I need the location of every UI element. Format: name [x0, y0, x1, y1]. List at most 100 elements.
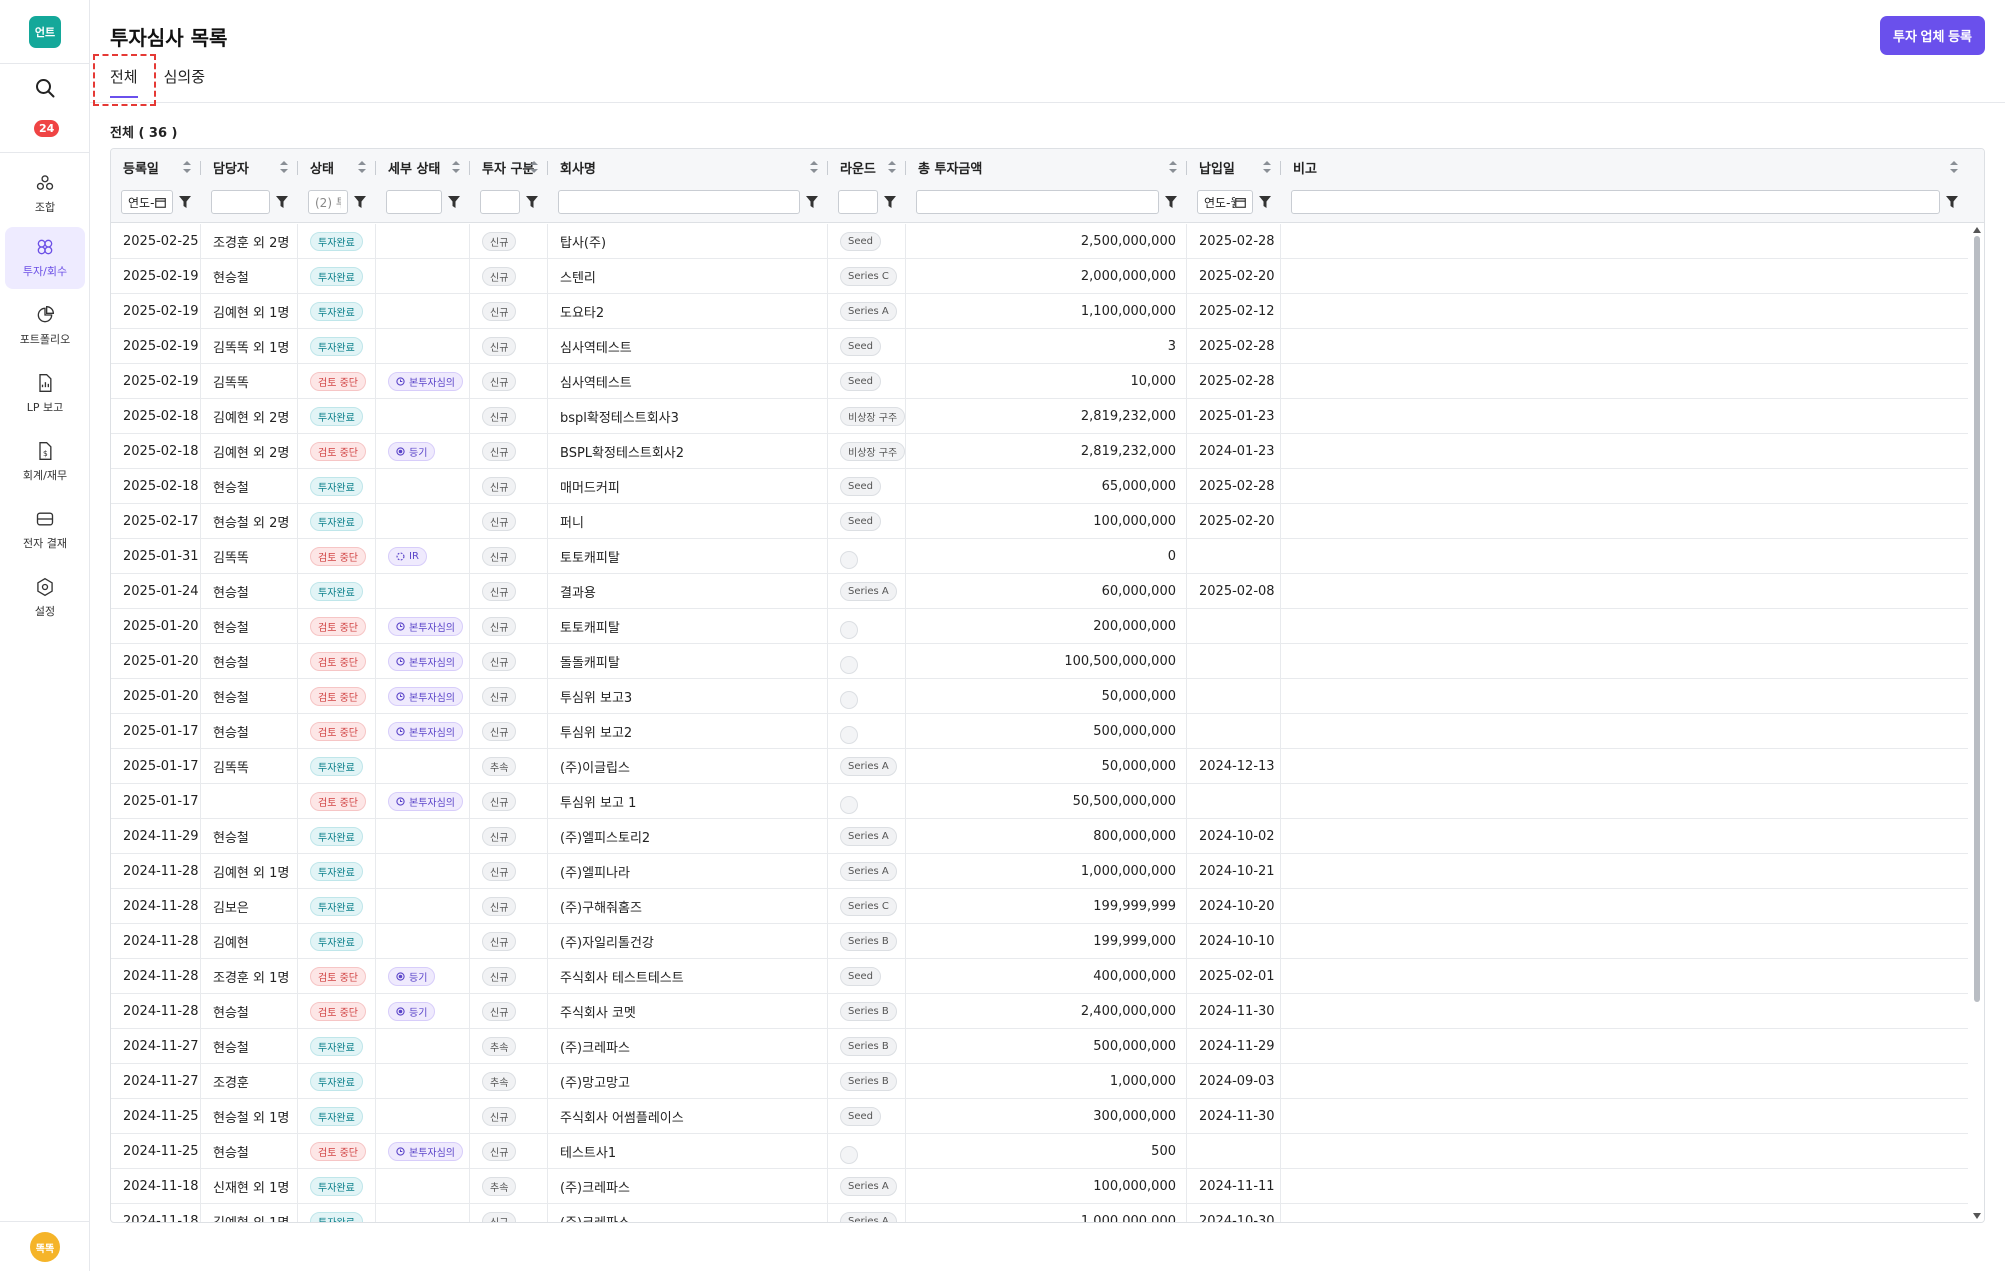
cell-company-name[interactable]: (주)자일리톨건강 — [548, 924, 828, 959]
sidebar-item-settings[interactable]: 설정 — [5, 567, 85, 629]
cell-company-name[interactable]: (주)이글립스 — [548, 749, 828, 784]
notification-badge[interactable]: 24 — [34, 120, 60, 137]
cell-company-name[interactable]: 퍼니 — [548, 504, 828, 539]
column-header-total-amount[interactable]: 총 투자금액 — [906, 149, 1187, 185]
table-row[interactable]: 2024-11-25 현승철 외 1명 투자완료 신규 주식회사 어썸플레이스 Seed 3… — [111, 1099, 1968, 1134]
filter-input-manager[interactable] — [211, 190, 270, 214]
avatar[interactable]: 똑똑 — [30, 1232, 60, 1262]
grid-body[interactable]: 2025-02-25 조경훈 외 2명 투자완료 신규 탑사(주) Seed 2,500,0… — [111, 224, 1968, 1222]
filter-icon[interactable] — [1259, 196, 1271, 208]
cell-company-name[interactable]: (주)크레파스 — [548, 1029, 828, 1064]
table-row[interactable]: 2024-11-28 김예현 외 1명 투자완료 신규 (주)엘피나라 Series A 1… — [111, 854, 1968, 889]
sidebar-item-investment[interactable]: 투자/회수 — [5, 227, 85, 289]
cell-company-name[interactable]: 토토캐피탈 — [548, 539, 828, 574]
filter-input-reg-date[interactable]: 연도-월 — [121, 190, 173, 214]
cell-company-name[interactable]: 심사역테스트 — [548, 364, 828, 399]
cell-company-name[interactable]: 도요타2 — [548, 294, 828, 329]
cell-company-name[interactable]: 심사역테스트 — [548, 329, 828, 364]
cell-company-name[interactable]: 주식회사 코멧 — [548, 994, 828, 1029]
tab-under-review[interactable]: 심의중 — [164, 66, 205, 97]
sort-icon[interactable] — [280, 161, 288, 173]
app-logo[interactable]: 언트 — [29, 16, 61, 48]
calendar-icon[interactable] — [155, 197, 166, 208]
table-row[interactable]: 2025-01-20 현승철 검토 중단 본투자심의 신규 돌돌캐피탈 100,500,00… — [111, 644, 1968, 679]
cell-company-name[interactable]: 매머드커피 — [548, 469, 828, 504]
sidebar-item-lp-report[interactable]: LP 보고 — [5, 363, 85, 425]
filter-icon[interactable] — [448, 196, 460, 208]
filter-icon[interactable] — [1165, 196, 1177, 208]
cell-company-name[interactable]: 테스트사1 — [548, 1134, 828, 1169]
table-row[interactable]: 2025-01-20 현승철 검토 중단 본투자심의 신규 토토캐피탈 200,000,00… — [111, 609, 1968, 644]
table-row[interactable]: 2025-01-17 김똑똑 투자완료 추속 (주)이글립스 Series A 50,000… — [111, 749, 1968, 784]
filter-icon[interactable] — [354, 196, 366, 208]
filter-input-round[interactable] — [838, 190, 878, 214]
table-row[interactable]: 2025-02-19 김똑똑 검토 중단 본투자심의 신규 심사역테스트 Seed 10,00… — [111, 364, 1968, 399]
cell-company-name[interactable]: 돌돌캐피탈 — [548, 644, 828, 679]
column-header-payment-date[interactable]: 납입일 — [1187, 149, 1281, 185]
sort-icon[interactable] — [1169, 161, 1177, 173]
sort-icon[interactable] — [358, 161, 366, 173]
sidebar-item-approval[interactable]: 전자 결재 — [5, 499, 85, 561]
cell-company-name[interactable]: 토토캐피탈 — [548, 609, 828, 644]
filter-icon[interactable] — [179, 196, 191, 208]
register-company-button[interactable]: 투자 업체 등록 — [1880, 16, 1985, 55]
table-row[interactable]: 2025-02-19 현승철 투자완료 신규 스텐리 Series C 2,000,000,… — [111, 259, 1968, 294]
table-row[interactable]: 2025-02-18 김예현 외 2명 검토 중단 등기 신규 BSPL확정테스트회사2 비… — [111, 434, 1968, 469]
sidebar-item-fund[interactable]: 조합 — [5, 163, 85, 225]
table-row[interactable]: 2024-11-28 김보은 투자완료 신규 (주)구해줘홈즈 Series C 199,9… — [111, 889, 1968, 924]
column-header-reg-date[interactable]: 등록일 — [111, 149, 201, 185]
cell-company-name[interactable]: 투심위 보고2 — [548, 714, 828, 749]
filter-icon[interactable] — [1946, 196, 1958, 208]
column-header-company-name[interactable]: 회사명 — [548, 149, 828, 185]
sort-icon[interactable] — [1950, 161, 1958, 173]
column-header-round[interactable]: 라운드 — [828, 149, 906, 185]
sort-icon[interactable] — [1263, 161, 1271, 173]
sort-icon[interactable] — [810, 161, 818, 173]
cell-company-name[interactable]: 주식회사 테스트테스트 — [548, 959, 828, 994]
sort-icon[interactable] — [888, 161, 896, 173]
scroll-up-icon[interactable] — [1973, 227, 1981, 233]
table-row[interactable]: 2025-01-20 현승철 검토 중단 본투자심의 신규 투심위 보고3 50,000,0… — [111, 679, 1968, 714]
scroll-down-icon[interactable] — [1973, 1213, 1981, 1219]
table-row[interactable]: 2024-11-18 김예현 외 1명 투자완료 신규 (주)크레파스 Series A 1… — [111, 1204, 1968, 1222]
column-header-manager[interactable]: 담당자 — [201, 149, 298, 185]
table-row[interactable]: 2025-02-25 조경훈 외 2명 투자완료 신규 탑사(주) Seed 2,500,0… — [111, 224, 1968, 259]
table-row[interactable]: 2025-02-18 현승철 투자완료 신규 매머드커피 Seed 65,000,000 20… — [111, 469, 1968, 504]
calendar-icon[interactable] — [1235, 197, 1246, 208]
column-header-status[interactable]: 상태 — [298, 149, 376, 185]
search-icon[interactable] — [33, 76, 57, 100]
table-row[interactable]: 2024-11-28 현승철 검토 중단 등기 신규 주식회사 코멧 Series B 2,4… — [111, 994, 1968, 1029]
cell-company-name[interactable]: bspl확정테스트회사3 — [548, 399, 828, 434]
cell-company-name[interactable]: (주)망고망고 — [548, 1064, 828, 1099]
table-row[interactable]: 2025-01-17 현승철 검토 중단 본투자심의 신규 투심위 보고2 500,000,… — [111, 714, 1968, 749]
table-row[interactable]: 2025-02-17 현승철 외 2명 투자완료 신규 퍼니 Seed 100,000,00… — [111, 504, 1968, 539]
cell-company-name[interactable]: 결과용 — [548, 574, 828, 609]
cell-company-name[interactable]: (주)크레파스 — [548, 1169, 828, 1204]
column-header-detail-status[interactable]: 세부 상태 — [376, 149, 470, 185]
filter-input-status[interactable]: (2) 투자 — [308, 190, 348, 214]
table-row[interactable]: 2024-11-29 현승철 투자완료 신규 (주)엘피스토리2 Series A 800,… — [111, 819, 1968, 854]
cell-company-name[interactable]: (주)크레파스 — [548, 1204, 828, 1222]
cell-company-name[interactable]: 탑사(주) — [548, 224, 828, 259]
cell-company-name[interactable]: 주식회사 어썸플레이스 — [548, 1099, 828, 1134]
cell-company-name[interactable]: 투심위 보고3 — [548, 679, 828, 714]
cell-company-name[interactable]: (주)엘피나라 — [548, 854, 828, 889]
filter-input-company-name[interactable] — [558, 190, 800, 214]
cell-company-name[interactable]: 스텐리 — [548, 259, 828, 294]
filter-input-total-amount[interactable] — [916, 190, 1159, 214]
filter-icon[interactable] — [526, 196, 538, 208]
sidebar-item-accounting[interactable]: $ 회계/재무 — [5, 431, 85, 493]
vertical-scrollbar[interactable] — [1970, 224, 1984, 1222]
table-row[interactable]: 2024-11-28 조경훈 외 1명 검토 중단 등기 신규 주식회사 테스트테스트 Se… — [111, 959, 1968, 994]
sort-icon[interactable] — [183, 161, 191, 173]
table-row[interactable]: 2024-11-25 현승철 검토 중단 본투자심의 신규 테스트사1 500 — [111, 1134, 1968, 1169]
table-row[interactable]: 2025-02-19 김똑똑 외 1명 투자완료 신규 심사역테스트 Seed 3 2025-… — [111, 329, 1968, 364]
table-row[interactable]: 2025-01-24 현승철 투자완료 신규 결과용 Series A 60,000,000… — [111, 574, 1968, 609]
scrollbar-thumb[interactable] — [1974, 236, 1980, 1002]
cell-company-name[interactable]: (주)엘피스토리2 — [548, 819, 828, 854]
sort-icon[interactable] — [452, 161, 460, 173]
table-row[interactable]: 2024-11-18 신재현 외 1명 투자완료 추속 (주)크레파스 Series A 1… — [111, 1169, 1968, 1204]
table-row[interactable]: 2025-02-19 김예현 외 1명 투자완료 신규 도요타2 Series A 1,10… — [111, 294, 1968, 329]
table-row[interactable]: 2025-01-31 김똑똑 검토 중단 IR 신규 토토캐피탈 0 — [111, 539, 1968, 574]
column-header-invest-type[interactable]: 투자 구분 — [470, 149, 548, 185]
